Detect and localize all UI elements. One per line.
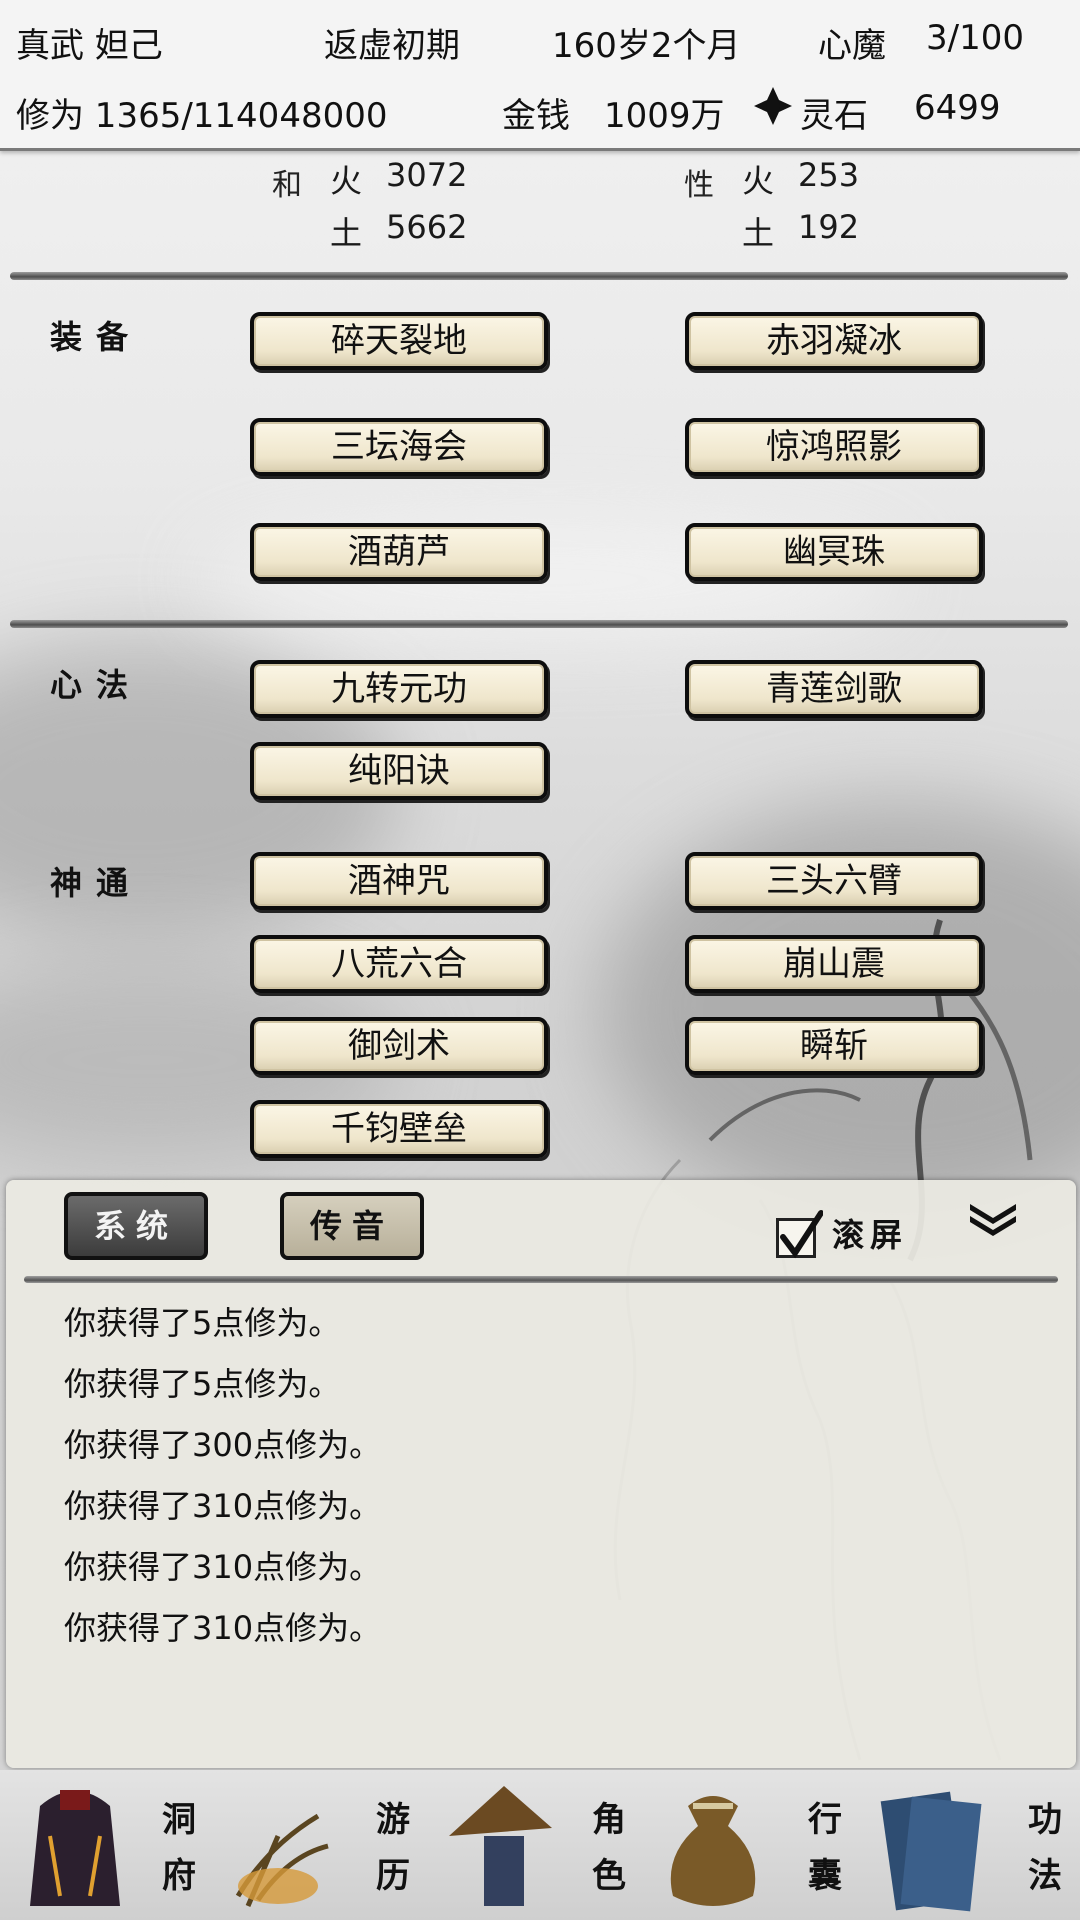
attribute-value: 3072 bbox=[386, 156, 468, 194]
double-chevron-down-icon bbox=[970, 1204, 1016, 1236]
bottom-nav: 洞府 游历 角色 行囊 功法 bbox=[0, 1770, 1080, 1920]
cultivation-realm: 返虚初期 bbox=[324, 26, 460, 66]
spirit-stone-value: 6499 bbox=[914, 88, 1001, 128]
mind-method-button[interactable]: 青莲剑歌 bbox=[685, 660, 983, 718]
divine-power-button[interactable]: 三头六臂 bbox=[685, 852, 983, 910]
nav-travel[interactable]: 游历 bbox=[216, 1770, 432, 1920]
divine-power-button[interactable]: 八荒六合 bbox=[250, 935, 548, 993]
money-value: 1009万 bbox=[604, 96, 725, 136]
nav-cave[interactable]: 洞府 bbox=[0, 1770, 216, 1920]
nav-label: 游历 bbox=[376, 1800, 410, 1896]
section-divider bbox=[10, 272, 1068, 280]
divine-power-button[interactable]: 瞬斩 bbox=[685, 1017, 983, 1075]
character-icon bbox=[449, 1786, 552, 1906]
tab-system[interactable]: 系统 bbox=[64, 1192, 208, 1260]
section-label-mind-method: 心法 bbox=[50, 666, 143, 704]
chat-message: 你获得了310点修为。 bbox=[64, 1487, 382, 1525]
auto-scroll-checkbox[interactable] bbox=[776, 1210, 823, 1259]
chat-message: 你获得了5点修为。 bbox=[64, 1365, 341, 1403]
check-icon bbox=[780, 1210, 823, 1259]
attribute-element: 土 bbox=[742, 214, 775, 252]
travel-icon bbox=[235, 1813, 329, 1907]
mind-method-button[interactable]: 九转元功 bbox=[250, 660, 548, 718]
chat-message: 你获得了300点修为。 bbox=[64, 1426, 382, 1464]
tab-whisper[interactable]: 传音 bbox=[280, 1192, 424, 1260]
nav-label: 角色 bbox=[592, 1800, 626, 1896]
equipment-button[interactable]: 碎天裂地 bbox=[250, 312, 548, 370]
attribute-value: 253 bbox=[798, 156, 860, 194]
attribute-value: 192 bbox=[798, 208, 860, 246]
character-name: 真武 妲己 bbox=[16, 26, 163, 66]
book-icon bbox=[880, 1791, 982, 1912]
spirit-stone-icon bbox=[752, 84, 794, 127]
section-divider bbox=[10, 620, 1068, 628]
attribute-side-label-right: 性 bbox=[684, 168, 714, 203]
mind-method-button[interactable]: 纯阳诀 bbox=[250, 742, 548, 800]
attribute-element: 土 bbox=[330, 214, 363, 252]
chat-divider bbox=[24, 1276, 1058, 1283]
divine-power-button[interactable]: 酒神咒 bbox=[250, 852, 548, 910]
nav-skills[interactable]: 功法 bbox=[864, 1770, 1080, 1920]
attribute-element: 火 bbox=[742, 162, 775, 200]
section-label-divine-power: 神通 bbox=[50, 864, 143, 902]
nav-bag[interactable]: 行囊 bbox=[648, 1770, 864, 1920]
nav-label: 功法 bbox=[1028, 1800, 1062, 1896]
section-label-equipment: 装备 bbox=[50, 318, 143, 356]
divine-power-button[interactable]: 崩山震 bbox=[685, 935, 983, 993]
nav-label: 行囊 bbox=[808, 1800, 842, 1896]
chat-message: 你获得了5点修为。 bbox=[64, 1304, 341, 1342]
cultivation-progress: 修为 1365/114048000 bbox=[16, 96, 388, 136]
status-header: 真武 妲己 返虚初期 160岁2个月 心魔 3/100 修为 1365/1140… bbox=[0, 0, 1080, 151]
equipment-button[interactable]: 幽冥珠 bbox=[685, 523, 983, 581]
nav-label: 洞府 bbox=[162, 1800, 196, 1896]
divine-power-button[interactable]: 千钧壁垒 bbox=[250, 1100, 548, 1158]
attribute-side-label-left: 和 bbox=[272, 168, 302, 203]
chat-message: 你获得了310点修为。 bbox=[64, 1609, 382, 1647]
auto-scroll-label: 滚屏 bbox=[832, 1216, 909, 1254]
character-age: 160岁2个月 bbox=[552, 26, 741, 66]
heart-demon-value: 3/100 bbox=[926, 18, 1024, 58]
equipment-button[interactable]: 酒葫芦 bbox=[250, 523, 548, 581]
message-panel: 系统 传音 滚屏 你获得了5点修为。 你获得了5点修为。 你获得了300点修为。… bbox=[6, 1180, 1076, 1768]
equipment-button[interactable]: 赤羽凝冰 bbox=[685, 312, 983, 370]
attribute-value: 5662 bbox=[386, 208, 468, 246]
bag-icon bbox=[670, 1796, 756, 1906]
equipment-button[interactable]: 惊鸿照影 bbox=[685, 418, 983, 476]
cave-icon bbox=[30, 1790, 120, 1906]
nav-character[interactable]: 角色 bbox=[432, 1770, 648, 1920]
attribute-element: 火 bbox=[330, 162, 363, 200]
chat-message: 你获得了310点修为。 bbox=[64, 1548, 382, 1586]
equipment-button[interactable]: 三坛海会 bbox=[250, 418, 548, 476]
divine-power-button[interactable]: 御剑术 bbox=[250, 1017, 548, 1075]
collapse-panel-button[interactable] bbox=[966, 1198, 1020, 1238]
money-label: 金钱 bbox=[502, 96, 570, 136]
spirit-stone-label: 灵石 bbox=[800, 96, 868, 136]
heart-demon-label: 心魔 bbox=[818, 26, 886, 66]
